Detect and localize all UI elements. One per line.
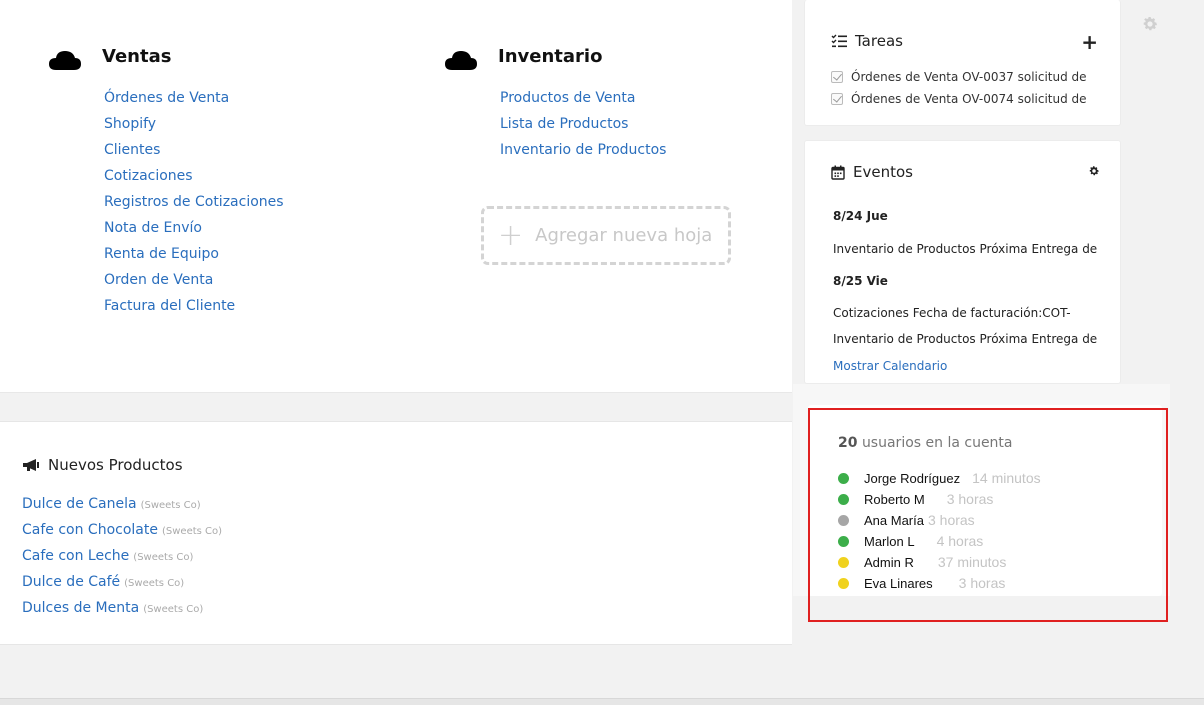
user-name: Roberto M: [864, 492, 925, 507]
status-dot: [838, 536, 849, 547]
online-users-card: 20 usuarios en la cuenta Jorge Rodríguez…: [808, 405, 1162, 596]
add-sheet-button[interactable]: + Agregar nueva hoja: [481, 206, 731, 265]
user-row[interactable]: Marlon L 4 horas: [838, 531, 1041, 552]
events-header: Eventos: [831, 163, 913, 181]
list-item: Dulces de Menta (Sweets Co): [22, 594, 222, 620]
task-item[interactable]: Órdenes de Venta OV-0037 solicitud de: [831, 66, 1087, 88]
link-clientes[interactable]: Clientes: [104, 142, 160, 158]
module-links: Productos de Venta Lista de Productos In…: [500, 84, 666, 162]
product-link[interactable]: Cafe con Chocolate: [22, 522, 158, 538]
tasks-title: Tareas: [855, 32, 903, 50]
last-seen: 4 horas: [936, 533, 984, 549]
user-name: Ana María: [864, 513, 924, 528]
link-lista-de-productos[interactable]: Lista de Productos: [500, 116, 628, 132]
show-calendar-link[interactable]: Mostrar Calendario: [833, 359, 947, 373]
user-list: Jorge Rodríguez 14 minutos Roberto M 3 h…: [838, 468, 1041, 594]
list-item: Cafe con Chocolate (Sweets Co): [22, 516, 222, 542]
user-name: Eva Linares: [864, 576, 933, 591]
bottom-bar: [0, 698, 1204, 705]
user-row[interactable]: Admin R 37 minutos: [838, 552, 1041, 573]
last-seen: 3 horas: [927, 512, 975, 528]
list-item: Cafe con Leche (Sweets Co): [22, 542, 222, 568]
product-link[interactable]: Dulce de Café: [22, 574, 120, 590]
user-row[interactable]: Roberto M 3 horas: [838, 489, 1041, 510]
user-name: Jorge Rodríguez: [864, 471, 961, 486]
last-seen: 14 minutos: [972, 470, 1041, 486]
vendor-label: (Sweets Co): [143, 604, 204, 615]
event-date: 8/24 Jue: [833, 209, 888, 223]
module-title: Ventas: [102, 46, 172, 67]
task-label: Órdenes de Venta OV-0074 solicitud de: [851, 92, 1087, 106]
settings-gear-icon[interactable]: [1141, 15, 1159, 33]
new-products-header: Nuevos Productos: [22, 456, 183, 474]
product-link[interactable]: Cafe con Leche: [22, 548, 129, 564]
task-list-icon: [831, 34, 847, 48]
link-cotizaciones[interactable]: Cotizaciones: [104, 168, 193, 184]
event-item[interactable]: Inventario de Productos Próxima Entrega …: [833, 332, 1097, 346]
link-ordenes-de-venta[interactable]: Órdenes de Venta: [104, 90, 229, 106]
megaphone-icon: [23, 459, 39, 471]
event-item[interactable]: Inventario de Productos Próxima Entrega …: [833, 242, 1097, 256]
module-title: Inventario: [498, 46, 603, 67]
user-row[interactable]: Jorge Rodríguez 14 minutos: [838, 468, 1041, 489]
apps-panel: Ventas Órdenes de Venta Shopify Clientes…: [0, 0, 792, 392]
users-count-number: 20: [838, 435, 858, 451]
link-orden-de-venta[interactable]: Orden de Venta: [104, 272, 213, 288]
vendor-label: (Sweets Co): [161, 526, 223, 537]
user-name: Marlon L: [864, 534, 915, 549]
new-products-title: Nuevos Productos: [48, 456, 183, 474]
events-title: Eventos: [853, 163, 913, 181]
status-dot: [838, 557, 849, 568]
cloud-icon: [49, 51, 81, 70]
separator: [0, 392, 792, 406]
event-item[interactable]: Cotizaciones Fecha de facturación:COT-: [833, 306, 1071, 320]
task-list: Órdenes de Venta OV-0037 solicitud de Ór…: [831, 66, 1087, 110]
link-productos-de-venta[interactable]: Productos de Venta: [500, 90, 635, 106]
vendor-label: (Sweets Co): [140, 500, 201, 511]
user-row[interactable]: Ana María 3 horas: [838, 510, 1041, 531]
link-registros-de-cotizaciones[interactable]: Registros de Cotizaciones: [104, 194, 284, 210]
users-count: 20 usuarios en la cuenta: [838, 435, 1013, 451]
add-task-button[interactable]: +: [1081, 30, 1098, 54]
task-checkbox[interactable]: [831, 93, 843, 105]
status-dot: [838, 473, 849, 484]
tasks-header: Tareas: [831, 32, 903, 50]
right-sidebar: Tareas + Órdenes de Venta OV-0037 solici…: [793, 0, 1170, 705]
user-row[interactable]: Eva Linares 3 horas: [838, 573, 1041, 594]
status-dot: [838, 515, 849, 526]
calendar-icon: [831, 165, 845, 180]
add-sheet-label: Agregar nueva hoja: [535, 225, 713, 246]
product-link[interactable]: Dulces de Menta: [22, 600, 139, 616]
status-dot: [838, 494, 849, 505]
new-products-panel: Nuevos Productos Dulce de Canela (Sweets …: [0, 421, 792, 645]
users-count-label: usuarios en la cuenta: [861, 435, 1013, 451]
dashboard-screen: Ventas Órdenes de Venta Shopify Clientes…: [0, 0, 1204, 705]
link-factura-del-cliente[interactable]: Factura del Cliente: [104, 298, 235, 314]
plus-icon: +: [498, 217, 524, 253]
new-products-list: Dulce de Canela (Sweets Co) Cafe con Choc…: [22, 490, 222, 620]
gear-icon[interactable]: [1088, 165, 1100, 177]
link-renta-de-equipo[interactable]: Renta de Equipo: [104, 246, 219, 262]
vendor-label: (Sweets Co): [124, 578, 185, 589]
last-seen: 37 minutos: [937, 554, 1007, 570]
link-inventario-de-productos[interactable]: Inventario de Productos: [500, 142, 666, 158]
link-shopify[interactable]: Shopify: [104, 116, 156, 132]
tasks-card: Tareas + Órdenes de Venta OV-0037 solici…: [804, 0, 1121, 126]
events-card: Eventos 8/24 Jue Inventario de Productos…: [804, 140, 1121, 384]
product-link[interactable]: Dulce de Canela: [22, 496, 137, 512]
task-checkbox[interactable]: [831, 71, 843, 83]
link-nota-de-envio[interactable]: Nota de Envío: [104, 220, 202, 236]
vendor-label: (Sweets Co): [133, 552, 194, 563]
list-item: Dulce de Café (Sweets Co): [22, 568, 222, 594]
last-seen: 3 horas: [946, 491, 994, 507]
cloud-icon: [445, 51, 477, 70]
event-date: 8/25 Vie: [833, 274, 888, 288]
task-item[interactable]: Órdenes de Venta OV-0074 solicitud de: [831, 88, 1087, 110]
module-links: Órdenes de Venta Shopify Clientes Cotiza…: [104, 84, 284, 318]
user-name: Admin R: [864, 555, 914, 570]
list-item: Dulce de Canela (Sweets Co): [22, 490, 222, 516]
task-label: Órdenes de Venta OV-0037 solicitud de: [851, 70, 1087, 84]
last-seen: 3 horas: [958, 575, 1006, 591]
status-dot: [838, 578, 849, 589]
